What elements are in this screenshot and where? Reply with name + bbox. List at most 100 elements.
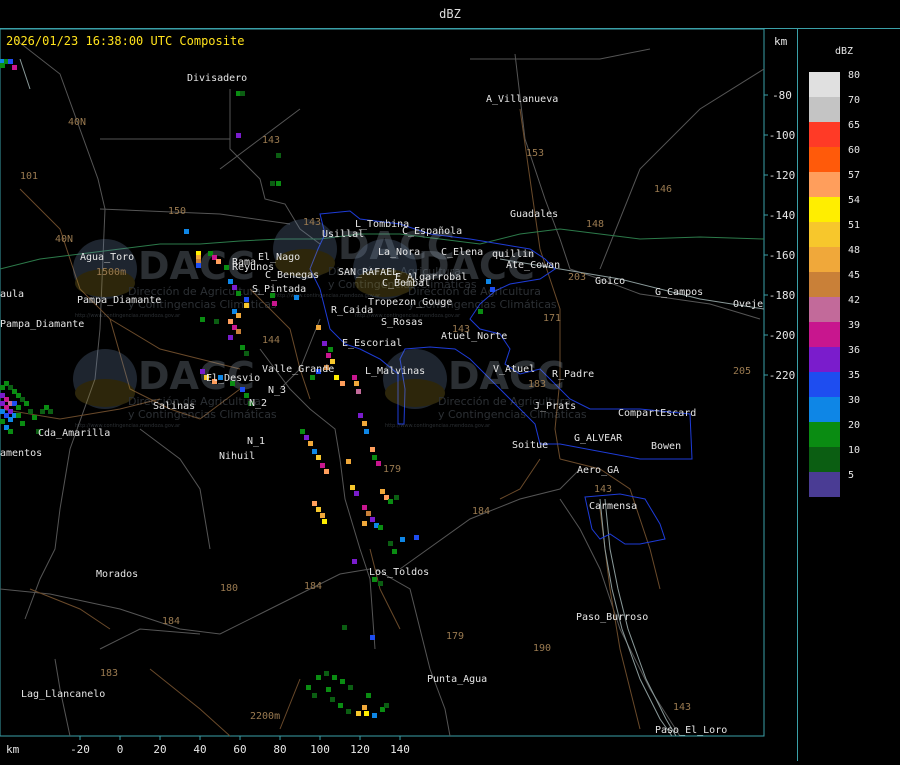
echo-cell — [388, 499, 393, 504]
echo-cell — [240, 387, 245, 392]
echo-cell — [310, 375, 315, 380]
echo-cell — [0, 63, 5, 68]
place-label: SAN_RAFAEL — [338, 267, 398, 278]
y-tick-label: -180 — [769, 289, 796, 302]
legend-swatch — [809, 372, 840, 397]
legend-value: 57 — [848, 170, 860, 181]
echo-cell — [414, 535, 419, 540]
echo-cell — [306, 685, 311, 690]
elevation-label: 1500m — [96, 267, 126, 278]
legend-swatch — [809, 397, 840, 422]
echo-cell — [366, 511, 371, 516]
place-label: Morados — [96, 569, 138, 580]
echo-cell — [236, 313, 241, 318]
echo-cell — [362, 705, 367, 710]
echo-cell — [28, 409, 33, 414]
echo-cell — [322, 341, 327, 346]
echo-cell — [294, 295, 299, 300]
echo-cell — [312, 501, 317, 506]
place-label: Soitue — [512, 440, 548, 451]
echo-cell — [378, 525, 383, 530]
echo-cell — [308, 441, 313, 446]
echo-cell — [8, 429, 13, 434]
place-label: G_ALVEAR — [574, 433, 623, 444]
legend-value: 48 — [848, 245, 860, 256]
legend-swatch — [809, 447, 840, 472]
echo-cell — [362, 505, 367, 510]
echo-cell — [326, 353, 331, 358]
route-number: 184 — [472, 506, 490, 517]
place-label: Salinas — [153, 401, 195, 412]
echo-cell — [364, 711, 369, 716]
place-label: Goico — [595, 276, 625, 287]
echo-cell — [312, 693, 317, 698]
route-number: 143 — [452, 324, 470, 335]
place-label: Punta_Agua — [427, 674, 487, 685]
echo-cell — [304, 435, 309, 440]
place-label: C_Bombal — [382, 278, 430, 289]
echo-cell — [316, 325, 321, 330]
echo-cell — [184, 229, 189, 234]
echo-cell — [352, 375, 357, 380]
echo-cell — [346, 459, 351, 464]
place-label: N_1 — [247, 436, 265, 447]
place-label: S_Pintada — [252, 284, 306, 295]
route-number: 143 — [303, 217, 321, 228]
place-label: Cda_Amarilla — [38, 428, 110, 439]
legend-value: 65 — [848, 120, 860, 131]
place-label: Pampa_Diamante — [77, 295, 161, 306]
x-tick-label: 60 — [233, 743, 246, 756]
place-label: A_Villanueva — [486, 94, 558, 105]
place-label: S_Rosas — [381, 317, 423, 328]
radar-map-panel[interactable]: DACCDirección de Agriculturay Contingenc… — [0, 28, 798, 761]
legend-swatch — [809, 422, 840, 447]
dacc-watermark: DACCDirección de Agriculturay Contingenc… — [383, 349, 587, 429]
route-number: 171 — [543, 313, 561, 324]
dacc-watermark: DACCDirección de Agriculturay Contingenc… — [73, 349, 277, 429]
legend-swatch — [809, 222, 840, 247]
legend-swatch — [809, 272, 840, 297]
place-label: Divisadero — [187, 73, 247, 84]
place-label: C_Elena — [441, 247, 483, 258]
echo-cell — [366, 693, 371, 698]
echo-cell — [316, 675, 321, 680]
echo-cell — [276, 153, 281, 158]
legend-value: 39 — [848, 320, 860, 331]
echo-cell — [200, 369, 205, 374]
echo-cell — [372, 455, 377, 460]
legend-swatch — [809, 122, 840, 147]
echo-cell — [384, 703, 389, 708]
echo-cell — [380, 489, 385, 494]
echo-cell — [320, 513, 325, 518]
radar-map[interactable]: DACCDirección de Agriculturay Contingenc… — [0, 28, 797, 761]
legend-value: 51 — [848, 220, 860, 231]
route-number: 203 — [568, 272, 586, 283]
route-number: 143 — [673, 702, 691, 713]
legend-value: 80 — [848, 70, 860, 81]
echo-cell — [216, 259, 221, 264]
echo-cell — [272, 301, 277, 306]
place-label: N_3 — [268, 385, 286, 396]
echo-cell — [354, 491, 359, 496]
echo-cell — [328, 347, 333, 352]
svg-text:http://www.contingencias.mendo: http://www.contingencias.mendoza.gov.ar — [385, 423, 491, 429]
place-label: Bowen — [651, 441, 681, 452]
legend-swatch — [809, 197, 840, 222]
legend-swatch — [809, 247, 840, 272]
echo-cell — [0, 419, 5, 424]
radar-viewer: dBZ Dirección de Agricultura y Contingen… — [0, 0, 900, 761]
echo-cell — [312, 449, 317, 454]
echo-cell — [244, 351, 249, 356]
echo-cell — [358, 413, 363, 418]
route-number: 143 — [594, 484, 612, 495]
elevation-labels: 1500m 2200m — [96, 267, 280, 722]
place-label: quillin — [492, 249, 534, 260]
echo-cell — [32, 415, 37, 420]
legend-value: 10 — [848, 445, 860, 456]
echo-cell — [200, 317, 205, 322]
place-label: N_2 — [249, 398, 267, 409]
echo-cell — [400, 537, 405, 542]
echo-cell — [320, 463, 325, 468]
place-label: J_Prats — [534, 401, 576, 412]
place-label: E_Escorial — [342, 338, 402, 349]
